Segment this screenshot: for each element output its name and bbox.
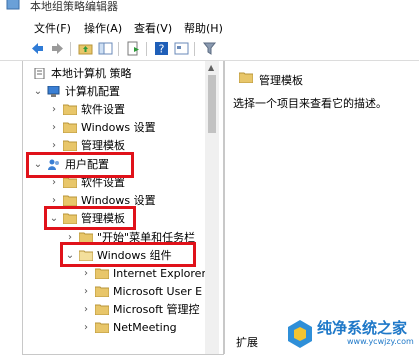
chevron-right-icon[interactable]: › [49,119,59,137]
details-header: 管理模板 [225,66,419,90]
folder-icon [239,72,253,83]
highlight-windows-components [60,242,196,267]
chevron-right-icon[interactable]: › [81,265,91,283]
show-hide-tree-icon[interactable] [98,41,113,56]
help-icon[interactable]: ? [154,41,169,56]
chevron-right-icon[interactable]: › [81,283,91,301]
watermark-logo-icon [288,320,312,348]
folder-icon [63,177,77,188]
highlight-user-config [26,152,134,178]
toolbar: ? [0,38,419,61]
chevron-down-icon[interactable]: ⌄ [33,83,43,101]
tree-item-label: 软件设置 [81,103,125,116]
details-pane: 管理模板 选择一个项目来查看它的描述。 [224,61,419,354]
filter-icon[interactable] [202,41,217,56]
toolbar-separator [194,42,195,56]
details-description: 选择一个项目来查看它的描述。 [233,97,387,110]
tree-item-label: Microsoft User E [113,285,203,298]
highlight-admin-templates [44,206,136,230]
computer-icon [47,86,60,97]
tree-item-label: NetMeeting [113,321,177,334]
folder-icon [95,304,109,315]
tree-item-label: 计算机配置 [65,85,120,98]
tree-item-label: Microsoft 管理控 [113,303,200,316]
menu-file[interactable]: 文件(F) [34,20,71,36]
title-bar: 本地组策略编辑器 [0,0,419,16]
up-folder-icon[interactable] [78,41,93,56]
folder-icon [63,122,77,133]
scroll-thumb[interactable] [208,75,216,133]
tree-root-label: 本地计算机 策略 [51,67,132,80]
folder-icon [63,195,77,206]
app-icon [6,0,20,10]
menu-help[interactable]: 帮助(H) [184,20,223,36]
tree-scrollbar[interactable]: ▲ [205,61,219,354]
folder-icon [95,286,109,297]
export-list-icon[interactable] [126,41,141,56]
window-title: 本地组策略编辑器 [30,0,118,13]
tree-item-label: Internet Explorer [113,267,206,280]
chevron-right-icon[interactable]: › [49,101,59,119]
svg-text:?: ? [159,43,165,56]
watermark: 纯净系统之家 www.ycwjzy.com [283,315,419,354]
watermark-url: www.ycwjzy.com [347,337,414,346]
folder-icon [95,322,109,333]
toolbar-separator [70,42,71,56]
tab-extended[interactable]: 扩展 [236,334,258,350]
forward-arrow-icon[interactable] [50,41,65,56]
toolbar-separator [118,42,119,56]
menu-view[interactable]: 查看(V) [134,20,172,36]
tree-item-label: Windows 设置 [81,121,156,134]
policy-doc-icon [34,68,45,79]
scroll-up-icon[interactable]: ▲ [208,63,214,72]
folder-icon [63,140,77,151]
properties-icon[interactable] [174,41,189,56]
folder-icon [63,104,77,115]
chevron-right-icon[interactable]: › [81,319,91,337]
folder-icon [95,268,109,279]
menu-action[interactable]: 操作(A) [84,20,122,36]
back-arrow-icon[interactable] [30,41,45,56]
toolbar-separator [146,42,147,56]
details-title: 管理模板 [259,74,303,87]
menu-bar: 文件(F) 操作(A) 查看(V) 帮助(H) [0,16,419,38]
watermark-text: 纯净系统之家 [317,319,408,337]
chevron-right-icon[interactable]: › [81,301,91,319]
